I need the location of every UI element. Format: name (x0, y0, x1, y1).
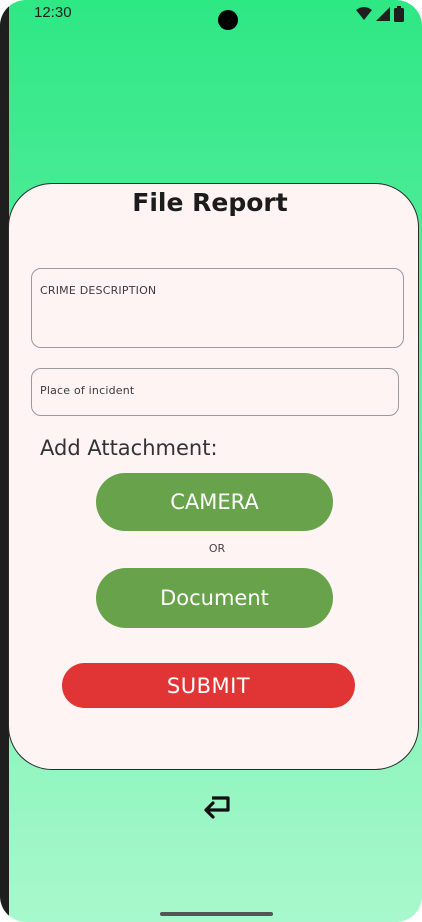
place-of-incident-placeholder: Place of incident (40, 384, 135, 397)
wifi-icon (356, 7, 372, 20)
place-of-incident-input[interactable]: Place of incident (31, 368, 399, 416)
page-title: File Report (132, 188, 288, 217)
crime-description-input[interactable]: CRIME DESCRIPTION (31, 268, 404, 348)
document-button[interactable]: Document (96, 568, 333, 628)
phone-screen: 12:30 File Report CRIME DESCRIPTION Plac… (0, 0, 422, 922)
status-icons (356, 6, 404, 22)
front-camera (218, 10, 238, 30)
battery-icon (394, 6, 404, 22)
submit-button[interactable]: SUBMIT (62, 663, 355, 708)
return-arrow-icon[interactable] (198, 790, 236, 820)
crime-description-placeholder: CRIME DESCRIPTION (40, 284, 157, 297)
attachment-label: Add Attachment: (40, 436, 218, 460)
home-indicator[interactable] (160, 912, 273, 916)
camera-button[interactable]: CAMERA (96, 473, 333, 531)
cellular-signal-icon (376, 7, 390, 21)
or-separator: OR (208, 542, 226, 555)
status-time: 12:30 (34, 4, 72, 21)
